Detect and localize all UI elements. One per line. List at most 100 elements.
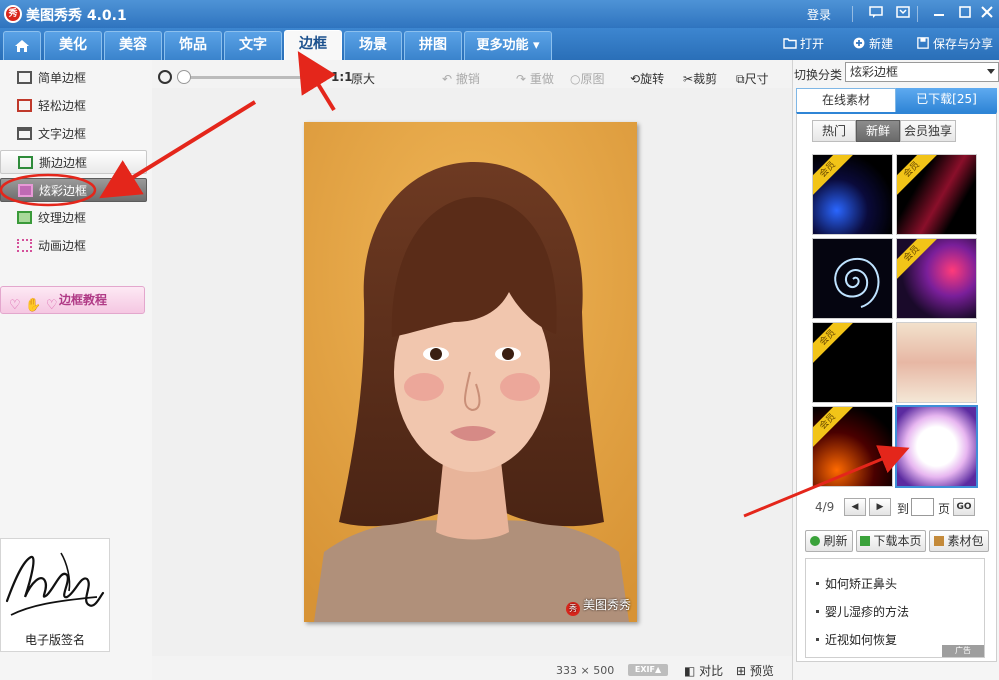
frame-tutorial-button[interactable]: ♡ ✋ ♡ 边框教程 — [0, 286, 145, 314]
compare-button[interactable]: ◧ 对比 — [684, 662, 723, 679]
resize-label: 尺寸 — [744, 72, 769, 86]
preview-icon: ⊞ — [736, 664, 747, 678]
ad-tag: 广告 — [942, 645, 984, 657]
tab-home[interactable] — [3, 31, 41, 60]
simple-frame-icon — [17, 71, 32, 84]
zoom-slider-handle[interactable] — [177, 70, 191, 84]
bullet — [816, 610, 819, 613]
menu-icon[interactable] — [893, 4, 913, 24]
app-logo-small: 秀 — [565, 602, 580, 616]
sidebar-item-animated-frame[interactable]: 动画边框 — [0, 234, 147, 258]
tab-text[interactable]: 文字 — [224, 31, 282, 60]
sidebar-item-colorful-frame[interactable]: 炫彩边框 — [0, 178, 147, 202]
sidebar-item-label: 简单边框 — [38, 71, 87, 85]
sidebar-item-label: 动画边框 — [38, 239, 87, 253]
redo-button[interactable]: ↷ 重做 — [516, 70, 554, 87]
undo-icon: ↶ — [442, 72, 453, 86]
ad-link[interactable]: 如何矫正鼻头 — [816, 575, 897, 592]
sidebar-item-texture-frame[interactable]: 纹理边框 — [0, 206, 147, 230]
frame-thumbnail[interactable]: 会员 — [812, 154, 893, 235]
filter-hot[interactable]: 热门 — [812, 120, 856, 142]
download-page-button[interactable]: 下载本页 — [856, 530, 926, 552]
filter-member-only[interactable]: 会员独享 — [900, 120, 956, 142]
resize-button[interactable]: ⧉尺寸 — [736, 70, 769, 87]
new-button[interactable]: 新建 — [852, 35, 893, 52]
frame-thumbnail[interactable]: 会员 — [812, 406, 893, 487]
zoom-out-icon[interactable] — [158, 70, 172, 84]
tab-more-features[interactable]: 更多功能 ▾ — [464, 31, 552, 60]
go-button[interactable]: GO — [953, 498, 975, 516]
tab-online-materials[interactable]: 在线素材 — [796, 88, 896, 112]
ad-link[interactable]: 婴儿湿疹的方法 — [816, 603, 909, 620]
exif-button[interactable]: EXIF▲ — [628, 664, 668, 676]
ratio-button[interactable]: 1:1 — [331, 70, 353, 84]
prev-page-button[interactable]: ◀ — [844, 498, 866, 516]
circle-icon: ○ — [570, 72, 581, 86]
page-label: 页 — [938, 502, 951, 516]
next-page-button[interactable]: ▶ — [869, 498, 891, 516]
refresh-button[interactable]: 刷新 — [805, 530, 853, 552]
frame-thumbnail-selected[interactable] — [895, 405, 978, 488]
main-tab-bar: 美化 美容 饰品 文字 边框 场景 拼图 更多功能 ▾ 打开 新建 保存与分享 — [0, 28, 999, 60]
tab-frame[interactable]: 边框 — [284, 30, 342, 60]
login-link[interactable]: 登录 — [807, 6, 831, 23]
scissors-icon: ✂ — [683, 72, 694, 86]
original-size-button[interactable]: 原大 — [351, 70, 375, 87]
title-bar: 秀 美图秀秀 4.0.1 登录 — [0, 0, 999, 28]
frame-thumbnail[interactable]: 会员 — [812, 322, 893, 403]
tab-beautify[interactable]: 美化 — [44, 31, 102, 60]
original-label: 原图 — [580, 72, 605, 86]
zoom-in-icon[interactable] — [306, 70, 320, 84]
ad-link[interactable]: 近视如何恢复 — [816, 631, 897, 648]
e-signature-widget[interactable]: 电子版签名 — [0, 538, 110, 652]
feedback-icon[interactable] — [866, 4, 886, 24]
photo-canvas[interactable]: 秀美图秀秀 — [304, 122, 637, 622]
zoom-slider[interactable] — [178, 76, 306, 79]
sidebar-item-label: 文字边框 — [38, 127, 87, 141]
category-dropdown[interactable]: 炫彩边框 — [845, 62, 999, 82]
redo-icon: ↷ — [516, 72, 527, 86]
frame-thumbnail[interactable]: 会员 — [896, 154, 977, 235]
preview-button[interactable]: ⊞ 预览 — [736, 662, 774, 679]
text-frame-icon — [17, 127, 32, 140]
plus-icon — [853, 37, 865, 49]
sidebar-item-torn-frame[interactable]: 撕边边框 — [0, 150, 147, 174]
undo-button[interactable]: ↶ 撤销 — [442, 70, 480, 87]
preview-label: 预览 — [749, 664, 774, 678]
rotate-button[interactable]: ⟲旋转 — [630, 70, 664, 87]
sidebar-item-text-frame[interactable]: 文字边框 — [0, 122, 147, 146]
app-title: 美图秀秀 4.0.1 — [26, 8, 127, 24]
material-pack-button[interactable]: 素材包 — [929, 530, 989, 552]
original-image-button[interactable]: ○原图 — [570, 70, 605, 87]
frame-thumbnail[interactable] — [812, 238, 893, 319]
sidebar-item-label: 撕边边框 — [39, 156, 88, 170]
divider — [852, 6, 853, 22]
tab-scene[interactable]: 场景 — [344, 31, 402, 60]
image-dimensions: 333 × 500 — [556, 664, 614, 677]
image-width: 333 — [556, 664, 577, 677]
crop-button[interactable]: ✂裁剪 — [683, 70, 717, 87]
package-icon — [934, 536, 945, 546]
frame-thumbnail[interactable] — [896, 322, 977, 403]
refresh-icon — [810, 536, 821, 546]
minimize-icon[interactable] — [929, 4, 949, 24]
sidebar-item-simple-frame[interactable]: 简单边框 — [0, 66, 147, 90]
redo-label: 重做 — [529, 72, 554, 86]
close-icon[interactable] — [977, 4, 997, 24]
member-badge: 会员 — [897, 155, 938, 196]
maximize-icon[interactable] — [955, 4, 975, 24]
filter-new[interactable]: 新鲜 — [856, 120, 900, 142]
save-share-button[interactable]: 保存与分享 — [916, 35, 993, 52]
open-button[interactable]: 打开 — [783, 35, 824, 52]
download-page-label: 下载本页 — [873, 534, 922, 548]
page-number-input[interactable] — [911, 498, 934, 516]
save-icon — [917, 37, 929, 49]
tab-downloaded[interactable]: 已下载[25] — [896, 88, 997, 112]
tab-accessories[interactable]: 饰品 — [164, 31, 222, 60]
goto-label: 到 — [897, 502, 910, 516]
frame-thumbnail[interactable]: 会员 — [896, 238, 977, 319]
bullet — [816, 638, 819, 641]
tab-collage[interactable]: 拼图 — [404, 31, 462, 60]
sidebar-item-easy-frame[interactable]: 轻松边框 — [0, 94, 147, 118]
tab-beauty[interactable]: 美容 — [104, 31, 162, 60]
